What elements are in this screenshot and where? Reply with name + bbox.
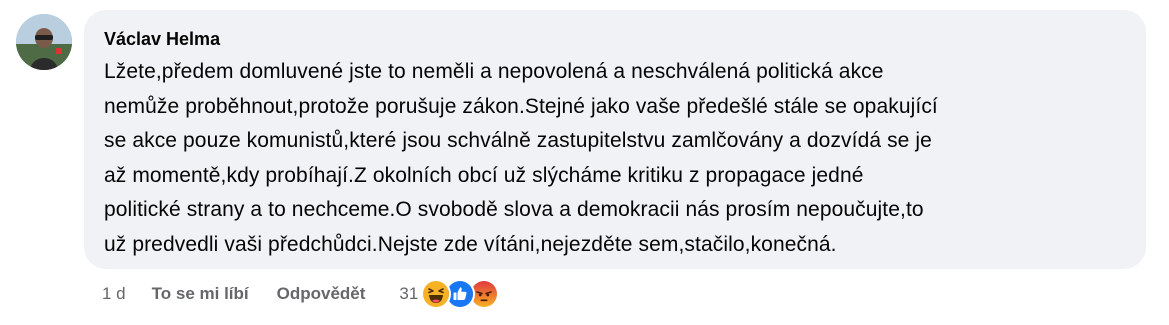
avatar-photo	[16, 14, 72, 70]
reply-button[interactable]: Odpovědět	[277, 284, 366, 304]
author-avatar[interactable]	[16, 14, 72, 70]
reaction-count[interactable]: 31	[399, 284, 418, 304]
comment-timestamp[interactable]: 1 d	[102, 284, 126, 304]
comment-actions: 1 d To se mi líbí Odpovědět 31	[102, 279, 500, 309]
comment-text: Lžete,předem domluvené jste to neměli a …	[104, 60, 938, 256]
comment-bubble: Václav Helma Lžete,předem domluvené jste…	[84, 10, 1146, 269]
haha-icon	[421, 279, 452, 309]
reaction-icons[interactable]	[421, 279, 500, 309]
comment-author-name[interactable]: Václav Helma	[104, 28, 220, 50]
like-button[interactable]: To se mi líbí	[152, 284, 249, 304]
